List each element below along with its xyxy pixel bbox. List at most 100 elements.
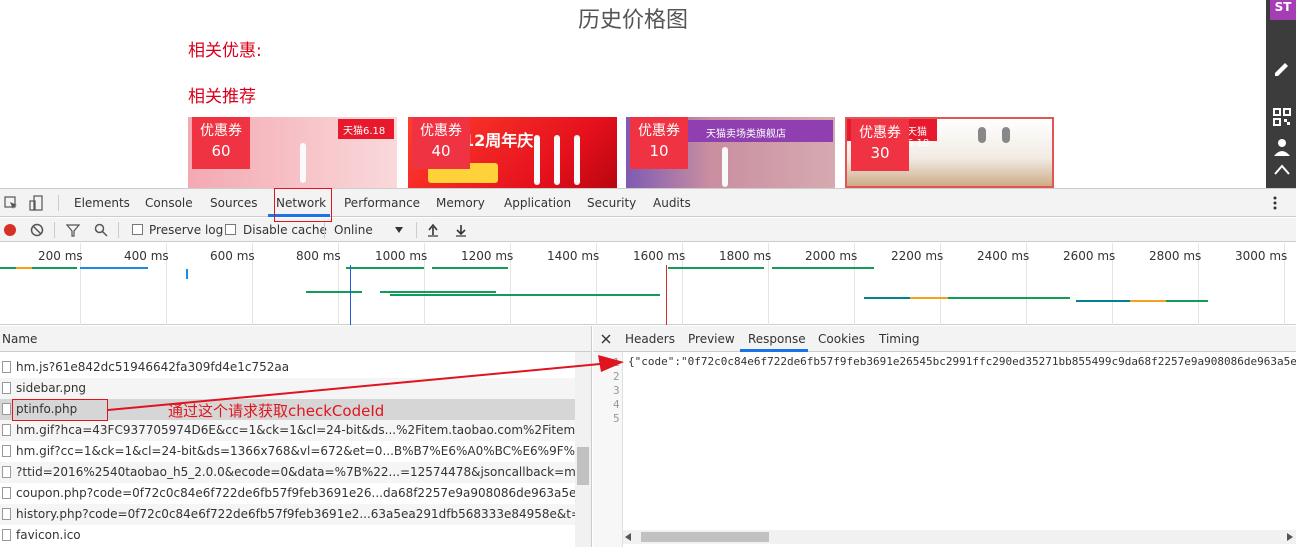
tab-performance[interactable]: Performance bbox=[344, 196, 420, 210]
scrollbar-thumb[interactable] bbox=[577, 447, 589, 485]
related-sale-heading: 相关优惠: bbox=[188, 41, 262, 61]
search-icon[interactable] bbox=[94, 223, 108, 237]
timeline-tick: 1600 ms bbox=[633, 249, 686, 263]
scroll-left-icon[interactable] bbox=[625, 533, 631, 541]
toothbrush-image bbox=[978, 127, 986, 143]
annotation-text: 通过这个请求获取checkCodeId bbox=[168, 402, 385, 420]
filter-icon[interactable] bbox=[66, 223, 80, 237]
clear-icon[interactable] bbox=[30, 223, 44, 237]
file-icon bbox=[2, 487, 11, 499]
devtools-tabbar: Elements Console Sources Network Perform… bbox=[0, 189, 1296, 217]
waterfall-bar bbox=[80, 267, 148, 269]
product-card[interactable]: 12周年庆 优惠券 40 bbox=[408, 117, 617, 188]
timeline-tick: 1400 ms bbox=[547, 249, 600, 263]
request-row[interactable]: ?ttid=2016%2540taobao_h5_2.0.0&ecode=0&d… bbox=[0, 462, 575, 483]
request-name: hm.js?61e842dc51946642fa309fd4e1c752aa bbox=[16, 360, 290, 374]
tab-response[interactable]: Response bbox=[748, 332, 806, 346]
timeline-tick: 600 ms bbox=[210, 249, 255, 263]
toothbrush-image bbox=[574, 135, 580, 185]
tab-security[interactable]: Security bbox=[587, 196, 636, 210]
tab-console[interactable]: Console bbox=[145, 196, 193, 210]
tab-memory[interactable]: Memory bbox=[436, 196, 485, 210]
request-row[interactable]: coupon.php?code=0f72c0c84e6f722de6fb57f9… bbox=[0, 483, 575, 504]
file-icon bbox=[2, 403, 11, 415]
file-icon bbox=[2, 529, 11, 541]
export-har-icon[interactable] bbox=[455, 223, 467, 237]
coupon-value: 10 bbox=[649, 142, 669, 160]
more-menu-icon[interactable] bbox=[1268, 196, 1282, 210]
disable-cache-checkbox[interactable] bbox=[225, 224, 236, 235]
waterfall-bar bbox=[32, 267, 77, 269]
tab-sources[interactable]: Sources bbox=[210, 196, 257, 210]
timeline-overview[interactable]: 200 ms 400 ms 600 ms 800 ms 1000 ms 1200… bbox=[0, 243, 1296, 325]
web-page: 历史价格图 相关优惠: 相关推荐 天猫6.18 优惠券 60 12周年庆 优惠券… bbox=[0, 0, 1266, 188]
request-row[interactable]: hm.gif?cc=1&ck=1&cl=24-bit&ds=1366x768&v… bbox=[0, 441, 575, 462]
product-card[interactable]: 天猫卖场类旗舰店 优惠券 10 bbox=[626, 117, 835, 188]
user-icon[interactable] bbox=[1273, 138, 1291, 156]
record-icon[interactable] bbox=[3, 223, 17, 237]
close-icon[interactable] bbox=[601, 334, 611, 344]
name-column-header[interactable]: Name bbox=[0, 326, 591, 352]
devtools-panel: Elements Console Sources Network Perform… bbox=[0, 188, 1296, 547]
waterfall-bar bbox=[1076, 300, 1130, 302]
line-number-gutter: 1 2 3 4 5 bbox=[593, 352, 623, 547]
tab-timing[interactable]: Timing bbox=[879, 332, 920, 346]
request-row[interactable]: history.php?code=0f72c0c84e6f722de6fb57f… bbox=[0, 504, 575, 525]
preserve-log-label: Preserve log bbox=[149, 223, 224, 237]
coupon-label: 优惠券 bbox=[420, 123, 462, 139]
related-recommend-heading: 相关推荐 bbox=[188, 87, 256, 107]
request-name: history.php?code=0f72c0c84e6f722de6fb57f… bbox=[16, 507, 575, 521]
waterfall-bar bbox=[668, 267, 764, 269]
inspect-element-icon[interactable] bbox=[4, 196, 18, 210]
request-row[interactable]: hm.gif?hca=43FC937705974D6E&cc=1&ck=1&cl… bbox=[0, 420, 575, 441]
request-row[interactable]: sidebar.png bbox=[0, 378, 575, 399]
line-number: 5 bbox=[613, 412, 620, 425]
request-detail-panel: Headers Preview Response Cookies Timing … bbox=[593, 326, 1296, 547]
tab-cookies[interactable]: Cookies bbox=[818, 332, 865, 346]
divider bbox=[324, 222, 325, 238]
domcontentloaded-marker bbox=[350, 265, 351, 325]
product-card[interactable]: 天猫6.18 优惠券 60 bbox=[188, 117, 397, 188]
chevron-down-icon[interactable] bbox=[395, 227, 403, 233]
timeline-tick: 800 ms bbox=[296, 249, 341, 263]
request-row[interactable]: favicon.ico bbox=[0, 525, 575, 547]
throttle-select[interactable]: Online bbox=[334, 223, 373, 237]
tab-elements[interactable]: Elements bbox=[74, 196, 130, 210]
horizontal-scrollbar[interactable] bbox=[623, 530, 1296, 544]
divider bbox=[54, 222, 55, 238]
device-toolbar-icon[interactable] bbox=[29, 195, 43, 211]
request-row[interactable]: hm.js?61e842dc51946642fa309fd4e1c752aa bbox=[0, 357, 575, 378]
request-name: ?ttid=2016%2540taobao_h5_2.0.0&ecode=0&d… bbox=[16, 465, 575, 479]
active-tab-indicator bbox=[740, 349, 808, 352]
file-icon bbox=[2, 466, 11, 478]
tab-audits[interactable]: Audits bbox=[653, 196, 691, 210]
chevron-up-icon[interactable] bbox=[1273, 162, 1291, 176]
timeline-tick: 1800 ms bbox=[719, 249, 772, 263]
scroll-right-icon[interactable] bbox=[1287, 533, 1293, 541]
product-card[interactable]: 天猫6.18 优惠券 30 bbox=[845, 117, 1054, 188]
timeline-tick: 2400 ms bbox=[977, 249, 1030, 263]
pencil-icon[interactable] bbox=[1272, 58, 1292, 78]
vertical-scrollbar[interactable] bbox=[575, 352, 591, 547]
waterfall-bar bbox=[306, 291, 362, 293]
preserve-log-checkbox[interactable] bbox=[132, 224, 143, 235]
tab-headers[interactable]: Headers bbox=[625, 332, 675, 346]
toothbrush-image bbox=[1002, 127, 1010, 143]
timeline-tick: 1000 ms bbox=[375, 249, 428, 263]
request-name: hm.gif?cc=1&ck=1&cl=24-bit&ds=1366x768&v… bbox=[16, 444, 575, 458]
line-number: 4 bbox=[613, 398, 620, 411]
tab-application[interactable]: Application bbox=[504, 196, 571, 210]
qrcode-icon[interactable] bbox=[1273, 108, 1291, 126]
waterfall-bar bbox=[864, 297, 910, 299]
response-body[interactable]: {"code":"0f72c0c84e6f722de6fb57f9feb3691… bbox=[628, 355, 1296, 368]
coupon-label: 优惠券 bbox=[200, 123, 242, 139]
waterfall-bar bbox=[772, 267, 874, 269]
file-icon bbox=[2, 508, 11, 520]
request-name: coupon.php?code=0f72c0c84e6f722de6fb57f9… bbox=[16, 486, 575, 500]
annotation-box-network bbox=[274, 188, 332, 222]
waterfall-bar bbox=[1166, 300, 1208, 302]
request-list-panel: Name hm.js?61e842dc51946642fa309fd4e1c75… bbox=[0, 326, 592, 547]
import-har-icon[interactable] bbox=[427, 223, 439, 237]
tab-preview[interactable]: Preview bbox=[688, 332, 735, 346]
scrollbar-thumb[interactable] bbox=[641, 532, 769, 542]
